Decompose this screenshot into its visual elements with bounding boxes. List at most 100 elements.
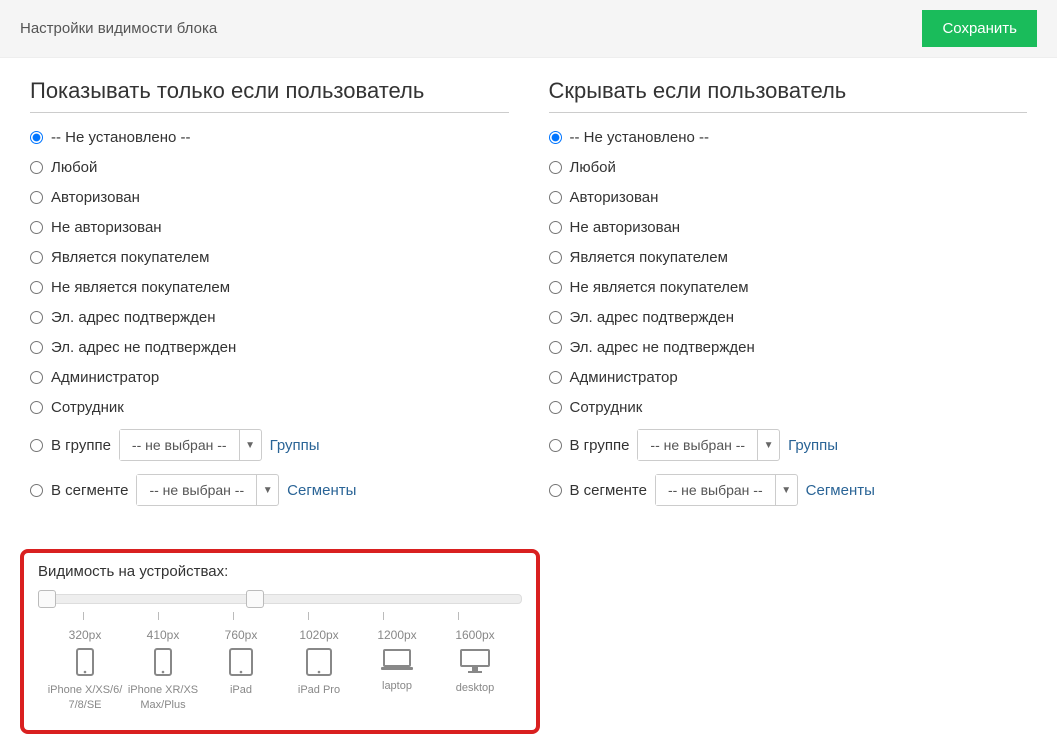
device-desktop: 1600px desktop: [436, 628, 514, 712]
show-opt-buyer[interactable]: Является покупателем: [30, 249, 509, 266]
hide-opt-not-authorized[interactable]: Не авторизован: [549, 219, 1028, 236]
device-px: 1200px: [358, 628, 436, 642]
label-staff: Сотрудник: [51, 399, 124, 416]
device-ipad: 760px iPad: [202, 628, 280, 712]
group-select[interactable]: -- не выбран -- ▼: [119, 429, 262, 461]
segments-link[interactable]: Сегменты: [287, 482, 356, 499]
radio-not-authorized[interactable]: [30, 221, 43, 234]
hide-opt-not-set[interactable]: -- Не установлено --: [549, 129, 1028, 146]
group-select[interactable]: -- не выбран -- ▼: [637, 429, 780, 461]
groups-link[interactable]: Группы: [788, 437, 838, 454]
radio-buyer[interactable]: [30, 251, 43, 264]
radio-not-set[interactable]: [30, 131, 43, 144]
chevron-down-icon[interactable]: ▼: [757, 430, 779, 460]
label-buyer: Является покупателем: [570, 249, 728, 266]
label-not-authorized: Не авторизован: [570, 219, 681, 236]
show-opt-not-authorized[interactable]: Не авторизован: [30, 219, 509, 236]
label-staff: Сотрудник: [570, 399, 643, 416]
device-name: desktop: [456, 682, 495, 694]
label-any: Любой: [570, 159, 616, 176]
show-opt-group[interactable]: В группе -- не выбран -- ▼ Группы: [30, 429, 509, 461]
segment-select[interactable]: -- не выбран -- ▼: [655, 474, 798, 506]
main-content: Показывать только если пользователь -- Н…: [0, 58, 1057, 549]
hide-opt-admin[interactable]: Администратор: [549, 369, 1028, 386]
hide-opt-authorized[interactable]: Авторизован: [549, 189, 1028, 206]
save-button[interactable]: Сохранить: [922, 10, 1037, 47]
device-list: 320px iPhone X/XS/6/ 7/8/SE 410px iPhone…: [46, 622, 514, 712]
show-opt-not-set[interactable]: -- Не установлено --: [30, 129, 509, 146]
radio-group[interactable]: [549, 439, 562, 452]
radio-group[interactable]: [30, 439, 43, 452]
radio-email-no[interactable]: [30, 341, 43, 354]
radio-segment[interactable]: [30, 484, 43, 497]
label-not-buyer: Не является покупателем: [51, 279, 230, 296]
show-opt-email-ok[interactable]: Эл. адрес подтвержден: [30, 309, 509, 326]
segments-link[interactable]: Сегменты: [806, 482, 875, 499]
hide-opt-group[interactable]: В группе -- не выбран -- ▼ Группы: [549, 429, 1028, 461]
label-email-no: Эл. адрес не подтвержден: [51, 339, 236, 356]
radio-any[interactable]: [549, 161, 562, 174]
device-ipad-pro: 1020px iPad Pro: [280, 628, 358, 712]
show-opt-not-buyer[interactable]: Не является покупателем: [30, 279, 509, 296]
device-laptop: 1200px laptop: [358, 628, 436, 712]
hide-opt-not-buyer[interactable]: Не является покупателем: [549, 279, 1028, 296]
page-title: Настройки видимости блока: [20, 20, 217, 37]
desktop-icon: [459, 648, 491, 674]
device-visibility-box: Видимость на устройствах: 320px iPhone X…: [20, 549, 540, 734]
laptop-icon: [380, 648, 414, 672]
radio-authorized[interactable]: [30, 191, 43, 204]
chevron-down-icon[interactable]: ▼: [775, 475, 797, 505]
device-name: iPhone XR/XS Max/Plus: [128, 684, 198, 711]
radio-admin[interactable]: [549, 371, 562, 384]
show-opt-email-no[interactable]: Эл. адрес не подтвержден: [30, 339, 509, 356]
label-admin: Администратор: [570, 369, 678, 386]
slider-track: [38, 594, 522, 604]
device-iphone-plus: 410px iPhone XR/XS Max/Plus: [124, 628, 202, 712]
show-opt-admin[interactable]: Администратор: [30, 369, 509, 386]
radio-buyer[interactable]: [549, 251, 562, 264]
hide-opt-email-no[interactable]: Эл. адрес не подтвержден: [549, 339, 1028, 356]
radio-staff[interactable]: [549, 401, 562, 414]
radio-any[interactable]: [30, 161, 43, 174]
device-range-slider[interactable]: [38, 590, 522, 610]
device-title: Видимость на устройствах:: [38, 563, 522, 580]
label-admin: Администратор: [51, 369, 159, 386]
radio-not-buyer[interactable]: [30, 281, 43, 294]
radio-email-ok[interactable]: [30, 311, 43, 324]
radio-email-ok[interactable]: [549, 311, 562, 324]
segment-select[interactable]: -- не выбран -- ▼: [136, 474, 279, 506]
device-px: 1020px: [280, 628, 358, 642]
segment-select-value: -- не выбран --: [137, 475, 256, 505]
device-name: iPad: [230, 684, 252, 696]
device-name: laptop: [382, 680, 412, 692]
radio-admin[interactable]: [30, 371, 43, 384]
slider-handle-max[interactable]: [246, 590, 264, 608]
chevron-down-icon[interactable]: ▼: [256, 475, 278, 505]
hide-opt-email-ok[interactable]: Эл. адрес подтвержден: [549, 309, 1028, 326]
show-opt-staff[interactable]: Сотрудник: [30, 399, 509, 416]
show-opt-any[interactable]: Любой: [30, 159, 509, 176]
hide-opt-staff[interactable]: Сотрудник: [549, 399, 1028, 416]
groups-link[interactable]: Группы: [270, 437, 320, 454]
radio-not-buyer[interactable]: [549, 281, 562, 294]
device-name: iPhone X/XS/6/ 7/8/SE: [48, 684, 123, 711]
radio-not-set[interactable]: [549, 131, 562, 144]
label-not-set: -- Не установлено --: [51, 129, 191, 146]
device-px: 1600px: [436, 628, 514, 642]
hide-opt-any[interactable]: Любой: [549, 159, 1028, 176]
radio-segment[interactable]: [549, 484, 562, 497]
slider-handle-min[interactable]: [38, 590, 56, 608]
segment-select-value: -- не выбран --: [656, 475, 775, 505]
show-opt-segment[interactable]: В сегменте -- не выбран -- ▼ Сегменты: [30, 474, 509, 506]
radio-authorized[interactable]: [549, 191, 562, 204]
radio-email-no[interactable]: [549, 341, 562, 354]
tablet-icon: [306, 648, 332, 676]
radio-staff[interactable]: [30, 401, 43, 414]
radio-not-authorized[interactable]: [549, 221, 562, 234]
hide-opt-buyer[interactable]: Является покупателем: [549, 249, 1028, 266]
show-opt-authorized[interactable]: Авторизован: [30, 189, 509, 206]
label-email-no: Эл. адрес не подтвержден: [570, 339, 755, 356]
chevron-down-icon[interactable]: ▼: [239, 430, 261, 460]
hide-opt-segment[interactable]: В сегменте -- не выбран -- ▼ Сегменты: [549, 474, 1028, 506]
label-any: Любой: [51, 159, 97, 176]
